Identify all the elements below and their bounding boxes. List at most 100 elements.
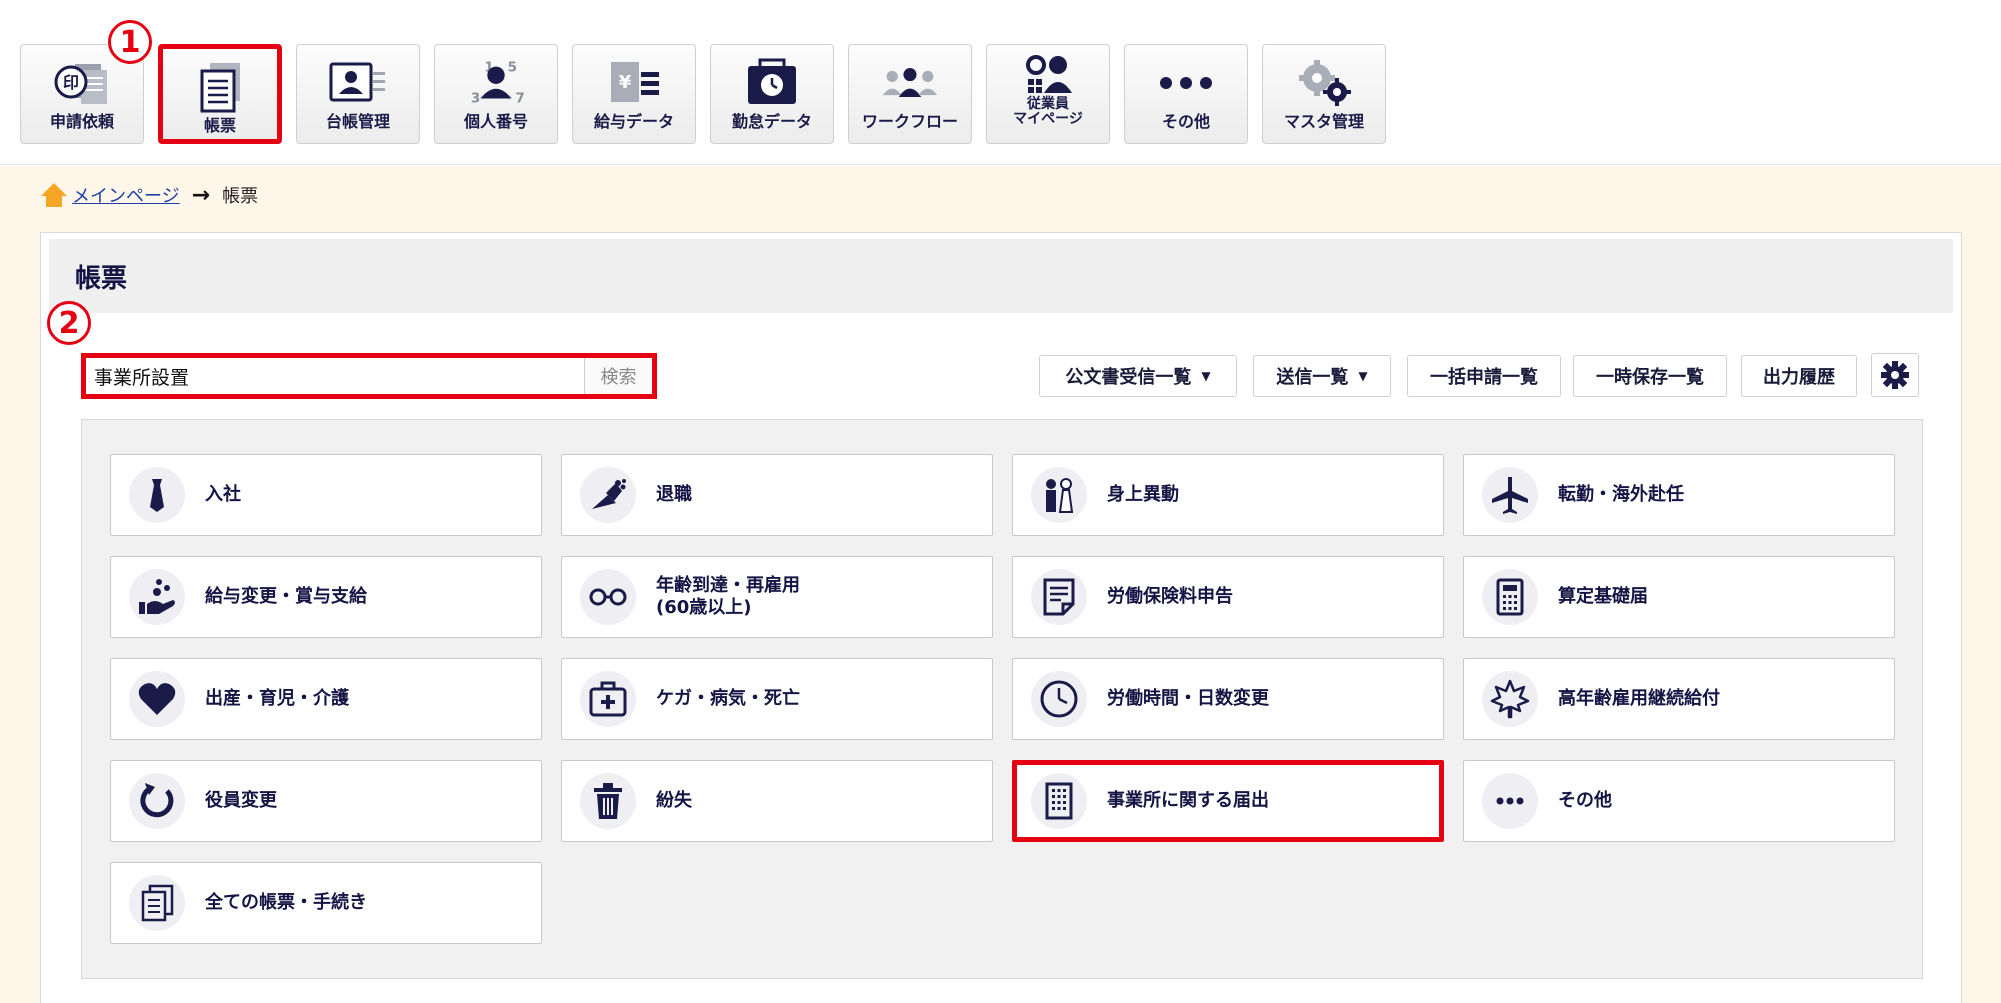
category-kega-byoki[interactable]: ケガ・病気・死亡: [561, 658, 993, 740]
nav-kojin-bango-button[interactable]: 1537 個人番号: [434, 44, 558, 144]
category-label: 役員変更: [205, 790, 277, 811]
category-label: 事業所に関する届出: [1107, 790, 1269, 811]
wedding-couple-icon: [1031, 467, 1087, 523]
page-title: 帳票: [49, 239, 1953, 313]
nav-label: 台帳管理: [325, 112, 390, 131]
category-label: 出産・育児・介護: [205, 688, 349, 709]
nav-label: マスタ管理: [1283, 112, 1364, 131]
category-nyusha[interactable]: 入社: [110, 454, 542, 536]
maple-leaf-icon: [1482, 671, 1538, 727]
refresh-icon: [129, 773, 185, 829]
breadcrumb: メインページ → 帳票: [40, 180, 258, 210]
svg-text:5: 5: [508, 59, 517, 75]
category-kyuyo-henko[interactable]: 給与変更・賞与支給: [110, 556, 542, 638]
nav-label: 帳票: [203, 116, 236, 135]
annotation-step-1: 1: [108, 20, 152, 64]
category-label: 労働時間・日数変更: [1107, 688, 1269, 709]
nav-sonota-button[interactable]: その他: [1124, 44, 1248, 144]
caret-down-icon: ▼: [1201, 369, 1211, 383]
caret-down-icon: ▼: [1358, 369, 1368, 383]
category-label: 高年齢雇用継続給付: [1558, 688, 1720, 709]
category-label: 身上異動: [1107, 484, 1179, 505]
category-rodo-jikan[interactable]: 労働時間・日数変更: [1012, 658, 1444, 740]
category-yakuin-henko[interactable]: 役員変更: [110, 760, 542, 842]
nav-master-kanri-button[interactable]: マスタ管理: [1262, 44, 1386, 144]
first-aid-kit-icon: [580, 671, 636, 727]
stamp-document-icon: 印: [53, 57, 111, 109]
category-shinjo-ido[interactable]: 身上異動: [1012, 454, 1444, 536]
heart-icon: [129, 671, 185, 727]
gear-icon: [1881, 361, 1909, 389]
nav-label: 給与データ: [593, 112, 674, 131]
building-icon: [1031, 773, 1087, 829]
search-input[interactable]: 事業所設置: [86, 358, 584, 394]
nav-label: ワークフロー: [861, 112, 958, 131]
category-santei-kiso[interactable]: 算定基礎届: [1463, 556, 1895, 638]
employee-mypage-icon: [1019, 53, 1077, 97]
trash-icon: [580, 773, 636, 829]
search-button[interactable]: 検索: [584, 358, 652, 394]
temp-saved-button[interactable]: 一時保存一覧: [1573, 355, 1727, 397]
output-history-button[interactable]: 出力履歴: [1741, 355, 1857, 397]
category-konenrei-koyo[interactable]: 高年齢雇用継続給付: [1463, 658, 1895, 740]
annotation-step-2: 2: [47, 301, 91, 345]
glasses-icon: [580, 569, 636, 625]
id-card-icon: [329, 57, 387, 109]
category-label: 算定基礎届: [1558, 586, 1648, 607]
official-inbox-dropdown[interactable]: 公文書受信一覧 ▼: [1039, 355, 1237, 397]
settings-button[interactable]: [1871, 353, 1919, 397]
svg-text:印: 印: [63, 73, 79, 92]
top-navigation: 印 申請依頼 帳票 台帳管理 1537 個人番号 ¥ 給与データ 勤怠データ ワ…: [0, 0, 2001, 165]
nav-label: その他: [1161, 112, 1210, 131]
nav-label: 従業員 マイページ: [1013, 96, 1083, 127]
note-document-icon: [1031, 569, 1087, 625]
sent-list-dropdown[interactable]: 送信一覧 ▼: [1253, 355, 1391, 397]
category-label: 転勤・海外赴任: [1558, 484, 1684, 505]
category-all-forms[interactable]: 全ての帳票・手続き: [110, 862, 542, 944]
category-label: 紛失: [656, 790, 692, 811]
category-label: ケガ・病気・死亡: [656, 688, 800, 709]
nav-kyuyo-data-button[interactable]: ¥ 給与データ: [572, 44, 696, 144]
category-nenrei-totatsu[interactable]: 年齢到達・再雇用 (60歳以上): [561, 556, 993, 638]
svg-text:3: 3: [471, 90, 480, 106]
category-label: その他: [1558, 790, 1612, 811]
workflow-people-icon: [881, 57, 939, 109]
nav-label: 勤怠データ: [731, 112, 812, 131]
category-label: 入社: [205, 484, 241, 505]
home-icon: [41, 183, 67, 207]
documents-icon: [129, 875, 185, 931]
search-box: 事業所設置 検索: [81, 353, 657, 399]
nav-daicho-kanri-button[interactable]: 台帳管理: [296, 44, 420, 144]
personal-number-icon: 1537: [467, 57, 525, 109]
breadcrumb-home-link[interactable]: メインページ: [72, 182, 180, 208]
svg-text:7: 7: [515, 90, 524, 106]
category-shussan-ikuji[interactable]: 出産・育児・介護: [110, 658, 542, 740]
nav-employee-mypage-button[interactable]: 従業員 マイページ: [986, 44, 1110, 144]
category-funshitsu[interactable]: 紛失: [561, 760, 993, 842]
bulk-apply-button[interactable]: 一括申請一覧: [1407, 355, 1561, 397]
salary-data-icon: ¥: [605, 57, 663, 109]
category-label: 全ての帳票・手続き: [205, 892, 367, 913]
nav-workflow-button[interactable]: ワークフロー: [848, 44, 972, 144]
calculator-icon: [1482, 569, 1538, 625]
breadcrumb-current: 帳票: [222, 186, 259, 207]
category-label: 年齢到達・再雇用 (60歳以上): [656, 575, 800, 618]
category-taishoku[interactable]: 退職: [561, 454, 993, 536]
more-dots-icon: [1157, 57, 1215, 109]
category-tenkin[interactable]: 転勤・海外赴任: [1463, 454, 1895, 536]
nav-kintai-data-button[interactable]: 勤怠データ: [710, 44, 834, 144]
category-rodo-hokenryo[interactable]: 労働保険料申告: [1012, 556, 1444, 638]
official-inbox-label: 公文書受信一覧: [1065, 367, 1192, 388]
airplane-icon: [1482, 467, 1538, 523]
nav-chohyo-button[interactable]: 帳票: [158, 44, 282, 144]
attendance-clock-icon: [743, 57, 801, 109]
form-document-icon: [191, 61, 249, 113]
bouquet-icon: [580, 467, 636, 523]
master-gears-icon: [1295, 57, 1353, 109]
clock-icon: [1031, 671, 1087, 727]
category-sonota[interactable]: その他: [1463, 760, 1895, 842]
main-panel: 帳票 2 事業所設置 検索 公文書受信一覧 ▼ 送信一覧 ▼ 一括申請一覧 一時…: [40, 232, 1962, 1003]
category-jigyosho-todokede[interactable]: 事業所に関する届出: [1012, 760, 1444, 842]
category-label: 給与変更・賞与支給: [205, 586, 367, 607]
nav-label: 申請依頼: [49, 112, 114, 131]
